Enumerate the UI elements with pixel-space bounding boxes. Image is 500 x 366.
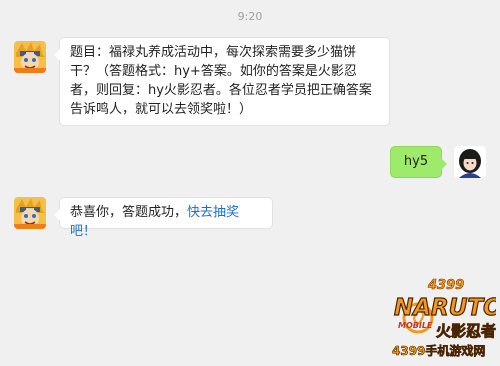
user-avatar[interactable]: [454, 146, 486, 178]
question-text: 题目：福禄丸养成活动中，每次探索需要多少猫饼干？（答题格式：hy+答案。如你的答…: [70, 45, 372, 117]
answer-text: hy5: [403, 154, 429, 169]
logo-brand: NARUTO: [394, 295, 496, 321]
outgoing-message-answer[interactable]: hy5: [391, 147, 447, 177]
logo-sub: MOBILE: [398, 321, 433, 330]
bot-avatar[interactable]: [14, 197, 46, 229]
message-timestamp: 9:20: [237, 10, 263, 23]
incoming-message-question[interactable]: 题目：福禄丸养成活动中，每次探索需要多少猫饼干？（答题格式：hy+答案。如你的答…: [54, 38, 389, 125]
result-text: 恭喜你，答题成功，: [70, 205, 188, 220]
logo-number: 4399: [427, 278, 464, 293]
logo-cn: 火影忍者: [436, 322, 496, 340]
bot-avatar[interactable]: [14, 41, 46, 73]
naruto-4399-logo: 4399 NARUTO MOBILE 火影忍者 4399手机游戏网: [388, 274, 500, 360]
logo-site: 4399手机游戏网: [392, 343, 485, 358]
incoming-message-result[interactable]: 恭喜你，答题成功，快去抽奖吧！: [54, 198, 272, 239]
